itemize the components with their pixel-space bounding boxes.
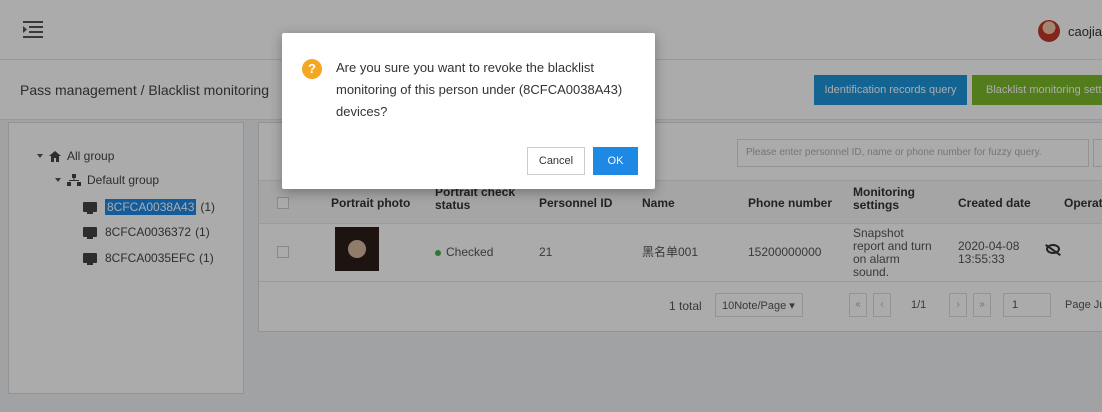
confirm-dialog: ? Are you sure you want to revoke the bl… [282,33,655,189]
question-icon: ? [302,59,322,79]
cancel-button[interactable]: Cancel [527,147,585,175]
confirm-message: Are you sure you want to revoke the blac… [336,60,623,119]
ok-button[interactable]: OK [593,147,638,175]
